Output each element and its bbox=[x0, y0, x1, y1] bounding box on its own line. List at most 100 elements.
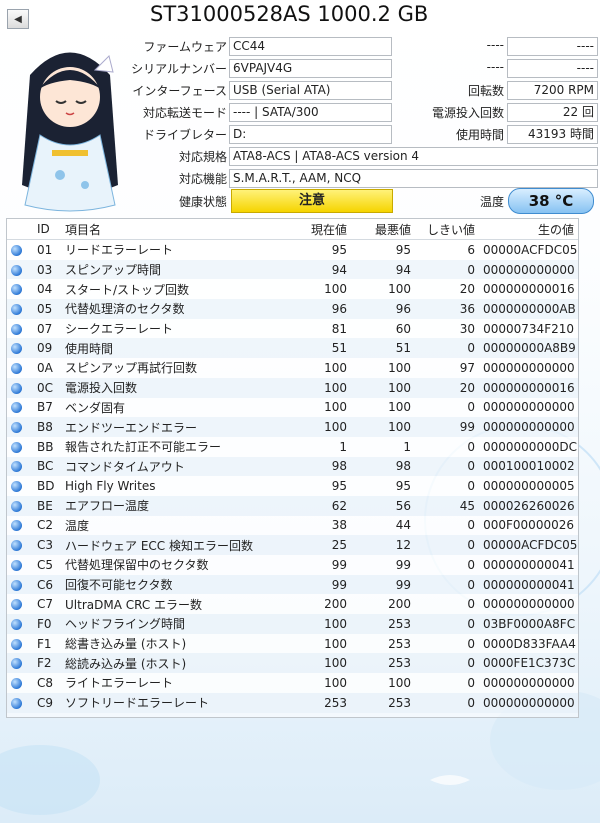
smart-table: ID 項目名 現在値 最悪値 しきい値 生の値 01 リードエラーレート 95 95 6… bbox=[6, 218, 579, 718]
temperature-button[interactable]: 38 °C bbox=[508, 188, 594, 214]
threshold-cell: 0 bbox=[415, 535, 479, 555]
health-status-button[interactable]: 注意 bbox=[231, 189, 393, 213]
table-row[interactable]: F0 ヘッドフライング時間 100 253 0 03BF0000A8FC bbox=[7, 614, 578, 634]
table-row[interactable]: 09 使用時間 51 51 0 00000000A8B9 bbox=[7, 338, 578, 359]
temperature-label: 温度 bbox=[479, 195, 504, 209]
table-row[interactable]: 07 シークエラーレート 81 60 30 00000734F210 bbox=[7, 318, 578, 339]
firmware-value: CC44 bbox=[229, 37, 392, 56]
table-row[interactable]: B8 エンドツーエンドエラー 100 100 99 000000000000 bbox=[7, 417, 578, 437]
table-row[interactable]: 01 リードエラーレート 95 95 6 00000ACFDC05 bbox=[7, 239, 578, 260]
threshold-cell: 0 bbox=[415, 692, 479, 713]
col-raw[interactable]: 生の値 bbox=[479, 219, 578, 240]
worst-cell: 44 bbox=[351, 515, 415, 536]
worst-cell: 100 bbox=[351, 397, 415, 418]
status-dot-icon bbox=[11, 677, 22, 689]
status-dot-icon bbox=[11, 599, 22, 611]
transfer-mode-label: 対応転送モード bbox=[142, 106, 227, 120]
status-cell bbox=[7, 436, 33, 457]
power-hours-value: 43193 時間 bbox=[507, 125, 598, 144]
worst-cell: 56 bbox=[351, 495, 415, 516]
col-worst[interactable]: 最悪値 bbox=[351, 219, 415, 240]
raw-cell: 000000000000 bbox=[479, 358, 578, 378]
attribute-cell: 総書き込み量 (ホスト) bbox=[61, 633, 279, 654]
table-row[interactable]: 0A スピンアップ再試行回数 100 100 97 000000000000 bbox=[7, 358, 578, 378]
col-status[interactable] bbox=[7, 219, 33, 240]
status-cell bbox=[7, 358, 33, 378]
rotation-label: 回転数 bbox=[467, 84, 504, 98]
col-threshold[interactable]: しきい値 bbox=[415, 219, 479, 240]
table-row[interactable]: C3 ハードウェア ECC 検知エラー回数 25 12 0 00000ACFDC05 bbox=[7, 535, 578, 555]
id-cell: 03 bbox=[33, 259, 61, 280]
table-row[interactable]: F1 総書き込み量 (ホスト) 100 253 0 0000D833FAA4 bbox=[7, 633, 578, 654]
table-row[interactable]: 04 スタート/ストップ回数 100 100 20 000000000016 bbox=[7, 279, 578, 300]
table-row[interactable]: B7 ベンダ固有 100 100 0 000000000000 bbox=[7, 397, 578, 418]
worst-cell: 100 bbox=[351, 358, 415, 378]
current-cell: 99 bbox=[279, 555, 351, 575]
table-row[interactable]: C8 ライトエラーレート 100 100 0 000000000000 bbox=[7, 673, 578, 693]
current-cell: 100 bbox=[279, 358, 351, 378]
status-dot-icon bbox=[11, 579, 22, 591]
table-row[interactable]: F2 総読み込み量 (ホスト) 100 253 0 0000FE1C373C bbox=[7, 653, 578, 674]
attribute-cell: スタート/ストップ回数 bbox=[61, 279, 279, 300]
current-cell: 96 bbox=[279, 299, 351, 319]
id-cell: BB bbox=[33, 436, 61, 457]
table-row[interactable]: C6 回復不可能セクタ数 99 99 0 000000000041 bbox=[7, 574, 578, 595]
status-cell bbox=[7, 259, 33, 280]
drive-letter-label: ドライブレター bbox=[142, 128, 227, 142]
table-row[interactable]: BC コマンドタイムアウト 98 98 0 000100010002 bbox=[7, 456, 578, 477]
table-row[interactable]: 0C 電源投入回数 100 100 20 000000000016 bbox=[7, 377, 578, 398]
attribute-cell: ハードウェア ECC 検知エラー回数 bbox=[61, 535, 279, 555]
worst-cell: 60 bbox=[351, 318, 415, 339]
current-cell: 38 bbox=[279, 515, 351, 536]
table-row[interactable]: C2 温度 38 44 0 000F00000026 bbox=[7, 515, 578, 536]
raw-cell: 00000ACFDC05 bbox=[479, 239, 578, 260]
table-row[interactable]: C7 UltraDMA CRC エラー数 200 200 0 000000000000 bbox=[7, 594, 578, 615]
col-id[interactable]: ID bbox=[33, 219, 61, 240]
id-cell: C3 bbox=[33, 535, 61, 555]
status-dot-icon bbox=[11, 461, 22, 473]
raw-cell: 000000000000 bbox=[479, 594, 578, 615]
table-row[interactable]: C9 ソフトリードエラーレート 253 253 0 000000000000 bbox=[7, 692, 578, 713]
attribute-cell: ソフトリードエラーレート bbox=[61, 692, 279, 713]
table-row[interactable]: 05 代替処理済のセクタ数 96 96 36 0000000000AB bbox=[7, 299, 578, 319]
current-cell: 25 bbox=[279, 535, 351, 555]
id-cell: F0 bbox=[33, 614, 61, 634]
raw-cell: 000000000000 bbox=[479, 397, 578, 418]
id-cell: 09 bbox=[33, 338, 61, 359]
table-row[interactable]: BD High Fly Writes 95 95 0 000000000005 bbox=[7, 476, 578, 496]
id-cell: C2 bbox=[33, 515, 61, 536]
status-dot-icon bbox=[11, 697, 22, 709]
worst-cell: 96 bbox=[351, 299, 415, 319]
current-cell: 94 bbox=[279, 259, 351, 280]
current-cell: 1 bbox=[279, 436, 351, 457]
table-row[interactable]: BB 報告された訂正不可能エラー 1 1 0 0000000000DC bbox=[7, 436, 578, 457]
standard-value: ATA8-ACS | ATA8-ACS version 4 bbox=[229, 147, 598, 166]
id-cell: C6 bbox=[33, 574, 61, 595]
table-row[interactable]: C5 代替処理保留中のセクタ数 99 99 0 000000000041 bbox=[7, 555, 578, 575]
threshold-cell: 97 bbox=[415, 358, 479, 378]
reserved1-label: ---- bbox=[486, 38, 504, 52]
attribute-cell: 電源投入回数 bbox=[61, 377, 279, 398]
worst-cell: 200 bbox=[351, 594, 415, 615]
serial-value: 6VPAJV4G bbox=[229, 59, 392, 78]
threshold-cell: 0 bbox=[415, 653, 479, 674]
col-attribute[interactable]: 項目名 bbox=[61, 219, 279, 240]
attribute-cell: 温度 bbox=[61, 515, 279, 536]
status-cell bbox=[7, 476, 33, 496]
current-cell: 100 bbox=[279, 633, 351, 654]
table-header-row: ID 項目名 現在値 最悪値 しきい値 生の値 bbox=[7, 219, 578, 240]
status-cell bbox=[7, 535, 33, 555]
worst-cell: 253 bbox=[351, 614, 415, 634]
table-row[interactable]: 03 スピンアップ時間 94 94 0 000000000000 bbox=[7, 259, 578, 280]
status-dot-icon bbox=[11, 244, 22, 256]
attribute-cell: 代替処理保留中のセクタ数 bbox=[61, 555, 279, 575]
table-row[interactable]: BE エアフロー温度 62 56 45 000026260026 bbox=[7, 495, 578, 516]
attribute-cell: エアフロー温度 bbox=[61, 495, 279, 516]
threshold-cell: 0 bbox=[415, 673, 479, 693]
current-cell: 98 bbox=[279, 456, 351, 477]
col-current[interactable]: 現在値 bbox=[279, 219, 351, 240]
raw-cell: 03BF0000A8FC bbox=[479, 614, 578, 634]
disk-title: ST31000528AS 1000.2 GB bbox=[150, 2, 429, 26]
status-cell bbox=[7, 614, 33, 634]
back-button[interactable]: ◀ bbox=[7, 9, 29, 29]
